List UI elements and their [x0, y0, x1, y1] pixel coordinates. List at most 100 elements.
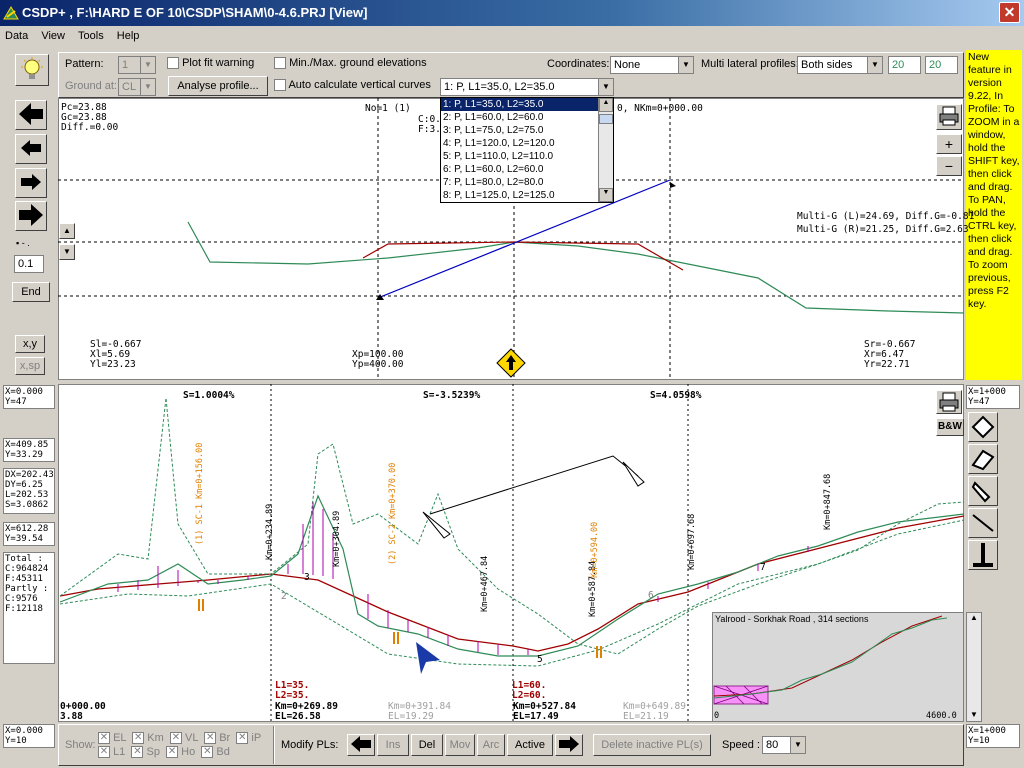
pi-number-3: 3 — [304, 572, 310, 583]
pi-number-6: 6 — [648, 590, 654, 601]
level-tool-button[interactable] — [968, 540, 998, 570]
arc-button[interactable]: Arc — [477, 734, 505, 756]
auto-vc-checkbox[interactable]: Auto calculate vertical curves — [274, 79, 431, 92]
dropdown-item[interactable]: 4: P, L1=120.0, L2=120.0 — [441, 137, 613, 150]
dropdown-item[interactable]: 8: P, L1=125.0, L2=125.0 — [441, 189, 613, 202]
minmax-checkbox[interactable]: Min./Max. ground elevations — [274, 57, 427, 70]
north-arrow-icon[interactable] — [496, 348, 526, 378]
minmax-check-box[interactable] — [274, 57, 286, 70]
show-label: Show: — [65, 739, 96, 751]
delete-inactive-button[interactable]: Delete inactive PL(s) — [593, 734, 711, 756]
vl-check[interactable]: ✕ — [169, 732, 182, 745]
section-number: No=1 (1) — [365, 103, 411, 114]
ho-check[interactable]: ✕ — [166, 746, 179, 759]
overview-end: 4600.0 — [926, 711, 957, 721]
dropdown-item[interactable]: 2: P, L1=60.0, L2=60.0 — [441, 111, 613, 124]
auto-vc-check-box[interactable] — [274, 79, 286, 92]
step-indicator: ▪ - . — [16, 238, 30, 248]
menu-view[interactable]: View — [36, 30, 70, 42]
cursor-info-top: X=0.000 Y=47 — [3, 385, 55, 409]
line-icon — [972, 514, 994, 532]
pencil-tool-button[interactable] — [968, 412, 998, 442]
arrow-right-icon — [559, 736, 579, 752]
km-check[interactable]: ✕ — [132, 732, 145, 745]
el-check[interactable]: ✕ — [98, 732, 110, 745]
last-section-button[interactable] — [15, 201, 47, 231]
arrow-right-icon — [21, 174, 41, 190]
mov-button[interactable]: Mov — [445, 734, 475, 756]
print-profile-button[interactable] — [936, 390, 962, 414]
station-start: 0+000.00 3.88 — [60, 701, 106, 722]
sp-check[interactable]: ✕ — [131, 746, 144, 759]
hand-tool-button[interactable] — [968, 476, 998, 506]
coordinates-label: Coordinates: — [547, 58, 610, 70]
hint-button[interactable] — [15, 54, 49, 86]
overview-start: 0 — [714, 711, 720, 721]
profile-scrollbar[interactable]: ▲ ▼ — [966, 612, 982, 722]
menu-help[interactable]: Help — [112, 30, 145, 42]
step-input[interactable]: 0.1 — [14, 255, 44, 273]
station-2: Km=0+391.84 EL=19.29 — [388, 701, 451, 722]
slope-3: S=4.0598% — [650, 390, 702, 401]
prev-pl-button[interactable] — [347, 734, 375, 756]
next-section-button[interactable] — [15, 168, 47, 198]
speed-select[interactable]: 80 ▼ — [762, 736, 806, 754]
help-note: New feature in version 9.22, In Profile:… — [966, 50, 1022, 380]
profile-dropdown-list[interactable]: 1: P, L1=35.0, L2=35.0 2: P, L1=60.0, L2… — [440, 97, 614, 203]
zoom-out-button[interactable]: − — [936, 156, 962, 176]
bd-check[interactable]: ✕ — [201, 746, 214, 759]
profile-select[interactable]: 1: P, L1=35.0, L2=35.0 ▼ — [440, 78, 614, 96]
arrow-left-big-icon — [19, 103, 43, 125]
br-check[interactable]: ✕ — [204, 732, 217, 745]
arrow-left-icon — [351, 736, 371, 752]
del-button[interactable]: Del — [411, 734, 443, 756]
dropdown-item[interactable]: 7: P, L1=80.0, L2=80.0 — [441, 176, 613, 189]
coordinates-select[interactable]: None ▼ — [610, 56, 694, 74]
prev-section-button[interactable] — [15, 134, 47, 164]
menu-data[interactable]: Data — [0, 30, 33, 42]
pattern-select: 1 ▼ — [118, 56, 156, 74]
km-label-2: Km=0+304.89 — [332, 510, 342, 567]
show-options: ✕ EL ✕ Km ✕ VL ✕ Br ✕ iP ✕ L1 ✕ Sp ✕ Ho … — [98, 732, 262, 759]
dropdown-scrollbar[interactable]: ▲ ▼ — [598, 98, 613, 202]
delta-info: DX=202.43 DY=6.25 L=202.53 S=3.0862 — [3, 468, 55, 514]
slope-1: S=1.0004% — [183, 390, 235, 401]
bw-button[interactable]: B&W — [936, 418, 964, 436]
dropdown-item[interactable]: 1: P, L1=35.0, L2=35.0 — [441, 98, 613, 111]
eraser-icon — [971, 449, 995, 471]
ip-check[interactable]: ✕ — [236, 732, 249, 745]
multi-lateral-label: Multi lateral profiles: — [701, 58, 799, 70]
xy-button[interactable]: x,y — [15, 335, 45, 353]
arrow-left-icon — [21, 140, 41, 156]
active-button[interactable]: Active — [507, 734, 553, 756]
print-cross-button[interactable] — [936, 104, 962, 130]
right-info-bottom: X=1+000 Y=10 — [966, 724, 1020, 748]
close-window-button[interactable]: ✕ — [999, 2, 1020, 23]
dropdown-item[interactable]: 3: P, L1=75.0, L2=75.0 — [441, 124, 613, 137]
plot-fit-check-box[interactable] — [167, 57, 179, 70]
next-pl-button[interactable] — [555, 734, 583, 756]
xsp-button: x,sp — [15, 357, 45, 375]
menu-tools[interactable]: Tools — [73, 30, 109, 42]
plot-fit-checkbox[interactable]: Plot fit warning — [167, 57, 254, 70]
km-label-6: Km=0+847.68 — [823, 473, 833, 530]
dropdown-item[interactable]: 5: P, L1=110.0, L2=110.0 — [441, 150, 613, 163]
multi-g-info: Multi-G (L)=24.69, Diff.G=-0.81 Multi-G (… — [797, 211, 975, 235]
hand-icon — [971, 481, 991, 503]
nkm-value: 0, NKm=0+000.00 — [617, 103, 703, 114]
ins-button[interactable]: Ins — [377, 734, 409, 756]
zoom-in-button[interactable]: + — [936, 134, 962, 154]
left-slope-info: Sl=-0.667 Xl=5.69 Yl=23.23 — [90, 339, 142, 370]
first-section-button[interactable] — [15, 100, 47, 130]
multi-lateral-right-input[interactable]: 20 — [925, 56, 958, 74]
l1-check[interactable]: ✕ — [98, 746, 110, 759]
multi-lateral-left-input[interactable]: 20 — [888, 56, 921, 74]
eraser-tool-button[interactable] — [968, 444, 998, 474]
dropdown-item[interactable]: 6: P, L1=60.0, L2=60.0 — [441, 163, 613, 176]
multi-lateral-select[interactable]: Both sides ▼ — [797, 56, 883, 74]
end-button[interactable]: End — [12, 282, 50, 302]
pencil-icon — [971, 415, 995, 439]
line-tool-button[interactable] — [968, 508, 998, 538]
analyse-profile-button[interactable]: Analyse profile... — [168, 76, 268, 96]
km-label-1: Km=0+234.89 — [265, 503, 275, 560]
